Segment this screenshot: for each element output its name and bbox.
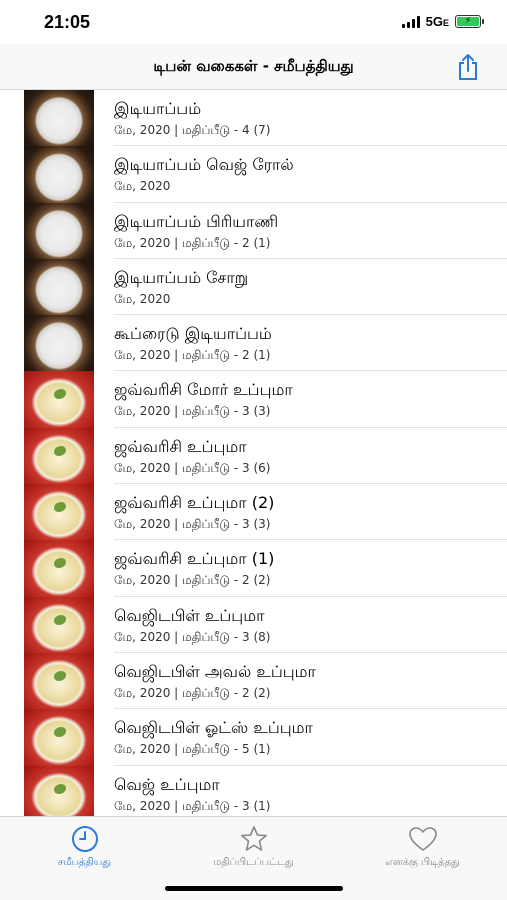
recipe-title: ஜவ்வரிசி உப்புமா (1) bbox=[114, 549, 275, 569]
recipe-title: ஜவ்வரிசி மோர் உப்புமா bbox=[114, 380, 293, 400]
recipe-list[interactable]: இடியாப்பம் மே, 2020 | மதிப்பீடு - 4 (7) இட… bbox=[0, 90, 507, 816]
status-time: 21:05 bbox=[44, 12, 91, 32]
recipe-title: வெஜிடபிள் அவல் உப்புமா bbox=[114, 661, 316, 681]
list-item[interactable]: ஜவ்வரிசி மோர் உப்புமா மே, 2020 | மதிப்பீட… bbox=[0, 371, 507, 428]
list-item[interactable]: இடியாப்பம் மே, 2020 | மதிப்பீடு - 4 (7) bbox=[0, 90, 507, 147]
list-item[interactable]: இடியாப்பம் வெஜ் ரோல் மே, 2020 bbox=[0, 146, 507, 203]
recipe-meta: மே, 2020 | மதிப்பீடு - 3 (3) bbox=[114, 517, 271, 532]
recipe-title: கூப்ரைடு இடியாப்பம் bbox=[114, 324, 272, 344]
recipe-title: இடியாப்பம் வெஜ் ரோல் bbox=[114, 155, 294, 175]
recipe-thumbnail bbox=[24, 709, 94, 766]
recipe-meta: மே, 2020 | மதிப்பீடு - 3 (8) bbox=[114, 629, 271, 644]
recipe-thumbnail bbox=[24, 596, 94, 653]
list-item[interactable]: இடியாப்பம் சோறு மே, 2020 bbox=[0, 258, 507, 316]
list-item[interactable]: வெஜிடபிள் அவல் உப்புமா மே, 2020 | மதிப்பீ… bbox=[0, 652, 507, 710]
tab-rated-label: மதிப்பிடப்பட்டது bbox=[213, 857, 294, 868]
status-indicators: 5GE ⚡ bbox=[401, 14, 484, 29]
recipe-thumbnail bbox=[24, 90, 94, 147]
list-item-text: இடியாப்பம் மே, 2020 | மதிப்பீடு - 4 (7) bbox=[114, 90, 507, 147]
recipe-title: ஜவ்வரிசி உப்புமா (2) bbox=[114, 493, 275, 513]
list-item[interactable]: ஜவ்வரிசி உப்புமா (1) மே, 2020 | மதிப்பீடு… bbox=[0, 540, 507, 597]
recipe-thumbnail bbox=[24, 146, 94, 203]
recipe-meta: மே, 2020 bbox=[114, 291, 171, 306]
network-type: 5GE bbox=[425, 14, 449, 29]
star-icon bbox=[240, 826, 267, 851]
list-item-text: ஜவ்வரிசி உப்புமா (2) மே, 2020 | மதிப்பீடு… bbox=[114, 484, 507, 541]
recipe-meta: மே, 2020 | மதிப்பீடு - 5 (1) bbox=[114, 742, 271, 757]
recipe-meta: மே, 2020 | மதிப்பீடு - 2 (1) bbox=[114, 348, 271, 363]
tab-favorites-label: எனக்கு பிடித்தது bbox=[385, 857, 460, 868]
list-item-text: இடியாப்பம் வெஜ் ரோல் மே, 2020 bbox=[114, 146, 507, 203]
list-item-text: ஜவ்வரிசி உப்புமா (1) மே, 2020 | மதிப்பீடு… bbox=[114, 540, 507, 597]
recipe-meta: மே, 2020 | மதிப்பீடு - 3 (1) bbox=[114, 798, 271, 813]
recipe-thumbnail bbox=[24, 484, 94, 541]
battery-icon: ⚡ bbox=[455, 15, 484, 28]
recipe-title: இடியாப்பம் பிரியாணி bbox=[114, 211, 279, 231]
list-item-text: ஜவ்வரிசி மோர் உப்புமா மே, 2020 | மதிப்பீட… bbox=[114, 371, 507, 428]
list-item[interactable]: கூப்ரைடு இடியாப்பம் மே, 2020 | மதிப்பீடு … bbox=[0, 315, 507, 372]
tab-rated[interactable]: மதிப்பிடப்பட்டது bbox=[169, 825, 338, 869]
status-bar: 21:05 5GE ⚡ bbox=[0, 0, 507, 44]
list-item-text: வெஜிடபிள் அவல் உப்புமா மே, 2020 | மதிப்பீ… bbox=[114, 653, 507, 710]
tab-favorites[interactable]: எனக்கு பிடித்தது bbox=[338, 825, 507, 869]
list-item-text: கூப்ரைடு இடியாப்பம் மே, 2020 | மதிப்பீடு … bbox=[114, 315, 507, 372]
list-item[interactable]: ஜவ்வரிசி உப்புமா (2) மே, 2020 | மதிப்பீடு… bbox=[0, 484, 507, 541]
recipe-thumbnail bbox=[24, 540, 94, 597]
recipe-title: ஜவ்வரிசி உப்புமா bbox=[114, 436, 247, 456]
recipe-thumbnail bbox=[24, 258, 94, 316]
tab-recent-label: சமீபத்தியது bbox=[57, 857, 111, 868]
heart-icon bbox=[408, 827, 437, 851]
list-item[interactable]: ஜவ்வரிசி உப்புமா மே, 2020 | மதிப்பீடு - 3… bbox=[0, 427, 507, 485]
share-icon[interactable] bbox=[453, 52, 483, 82]
recipe-title: வெஜிடபிள் உப்புமா bbox=[114, 605, 265, 625]
recipe-meta: மே, 2020 bbox=[114, 179, 171, 194]
navigation-bar: டிபன் வகைகள் - சமீபத்தியது bbox=[0, 44, 507, 90]
recipe-thumbnail bbox=[24, 202, 94, 259]
recipe-thumbnail bbox=[24, 315, 94, 372]
clock-icon bbox=[71, 826, 98, 852]
list-item-text: வெஜ் உப்புமா மே, 2020 | மதிப்பீடு - 3 (1) bbox=[114, 766, 507, 816]
list-item-text: வெஜிடபிள் ஓட்ஸ் உப்புமா மே, 2020 | மதிப்ப… bbox=[114, 709, 507, 766]
recipe-thumbnail bbox=[24, 427, 94, 485]
recipe-meta: மே, 2020 | மதிப்பீடு - 2 (1) bbox=[114, 235, 271, 250]
recipe-meta: மே, 2020 | மதிப்பீடு - 2 (2) bbox=[114, 573, 271, 588]
recipe-thumbnail bbox=[24, 652, 94, 710]
list-item[interactable]: வெஜ் உப்புமா மே, 2020 | மதிப்பீடு - 3 (1) bbox=[0, 765, 507, 816]
recipe-title: வெஜ் உப்புமா bbox=[114, 774, 220, 794]
recipe-meta: மே, 2020 | மதிப்பீடு - 3 (6) bbox=[114, 460, 271, 475]
list-item[interactable]: இடியாப்பம் பிரியாணி மே, 2020 | மதிப்பீடு … bbox=[0, 202, 507, 259]
recipe-meta: மே, 2020 | மதிப்பீடு - 2 (2) bbox=[114, 685, 271, 700]
recipe-thumbnail bbox=[24, 765, 94, 816]
list-item-text: வெஜிடபிள் உப்புமா மே, 2020 | மதிப்பீடு - … bbox=[114, 597, 507, 653]
page-title: டிபன் வகைகள் - சமீபத்தியது bbox=[153, 57, 354, 75]
list-item[interactable]: வெஜிடபிள் ஓட்ஸ் உப்புமா மே, 2020 | மதிப்ப… bbox=[0, 709, 507, 766]
tab-recent[interactable]: சமீபத்தியது bbox=[0, 825, 169, 869]
recipe-meta: மே, 2020 | மதிப்பீடு - 3 (3) bbox=[114, 404, 271, 419]
home-indicator bbox=[165, 886, 343, 891]
recipe-thumbnail bbox=[24, 371, 94, 428]
tab-bar: சமீபத்தியது மதிப்பிடப்பட்டது எனக்கு பிடி… bbox=[0, 816, 507, 900]
list-item-text: இடியாப்பம் சோறு மே, 2020 bbox=[114, 259, 507, 316]
list-item[interactable]: வெஜிடபிள் உப்புமா மே, 2020 | மதிப்பீடு - … bbox=[0, 596, 507, 653]
list-item-text: ஜவ்வரிசி உப்புமா மே, 2020 | மதிப்பீடு - 3… bbox=[114, 428, 507, 485]
recipe-title: இடியாப்பம் சோறு bbox=[114, 267, 249, 287]
signal-icon bbox=[401, 15, 420, 28]
list-item-text: இடியாப்பம் பிரியாணி மே, 2020 | மதிப்பீடு … bbox=[114, 203, 507, 259]
recipe-title: வெஜிடபிள் ஓட்ஸ் உப்புமா bbox=[114, 718, 313, 738]
recipe-meta: மே, 2020 | மதிப்பீடு - 4 (7) bbox=[114, 123, 271, 137]
recipe-title: இடியாப்பம் bbox=[114, 99, 202, 118]
